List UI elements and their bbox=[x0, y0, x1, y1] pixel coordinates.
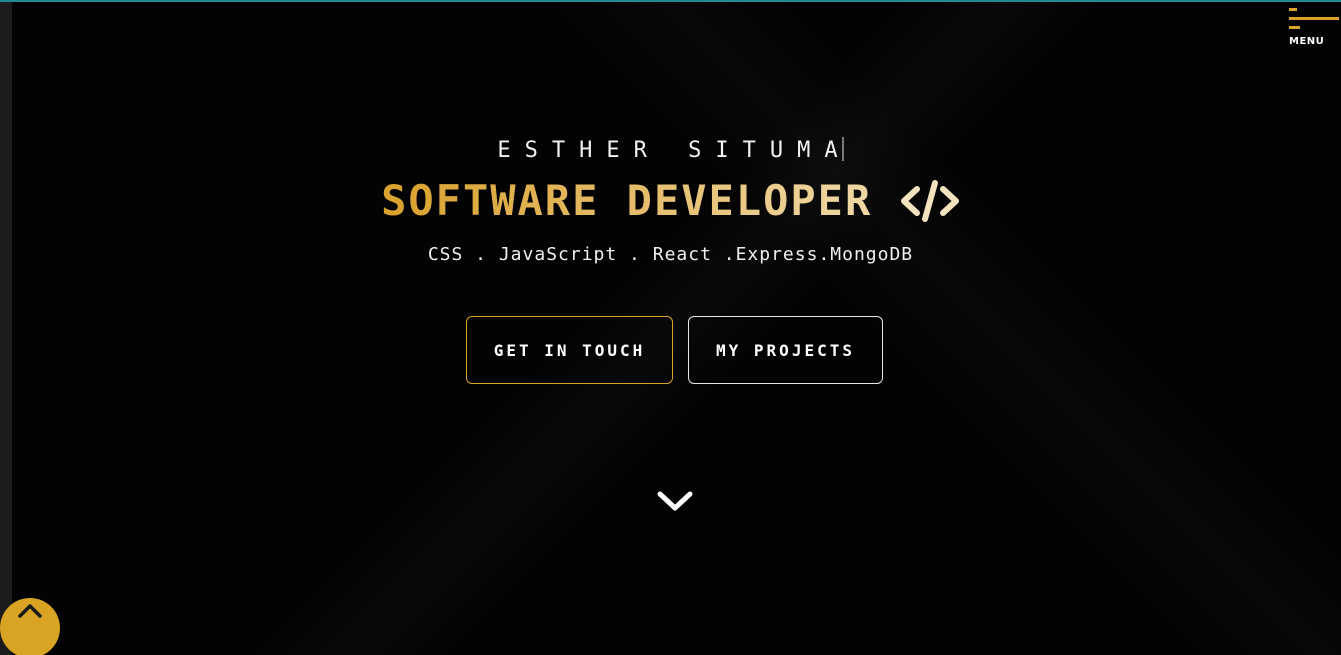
menu-button[interactable]: MENU bbox=[1287, 6, 1341, 52]
get-in-touch-button[interactable]: GET IN TOUCH bbox=[466, 316, 673, 384]
back-to-top-button[interactable] bbox=[0, 598, 60, 655]
left-scrollbar[interactable] bbox=[0, 2, 12, 655]
my-projects-button[interactable]: MY PROJECTS bbox=[688, 316, 883, 384]
hero-title: SOFTWARE DEVELOPER bbox=[381, 176, 873, 225]
hero-background bbox=[12, 2, 1341, 655]
hero-name: ESTHER SITUMA bbox=[497, 138, 852, 163]
hamburger-icon-bar bbox=[1289, 17, 1339, 20]
hamburger-icon-bar bbox=[1289, 26, 1300, 29]
typing-caret bbox=[841, 137, 844, 161]
hero-name-line: ESTHER SITUMA bbox=[0, 137, 1341, 163]
hero-title-row: SOFTWARE DEVELOPER bbox=[0, 176, 1341, 225]
menu-label: MENU bbox=[1289, 36, 1325, 47]
code-icon bbox=[900, 177, 960, 225]
hamburger-icon bbox=[1289, 8, 1297, 11]
chevron-up-icon bbox=[18, 604, 42, 618]
tech-stack: CSS . JavaScript . React .Express.MongoD… bbox=[427, 244, 914, 265]
chevron-down-icon[interactable] bbox=[654, 486, 696, 518]
